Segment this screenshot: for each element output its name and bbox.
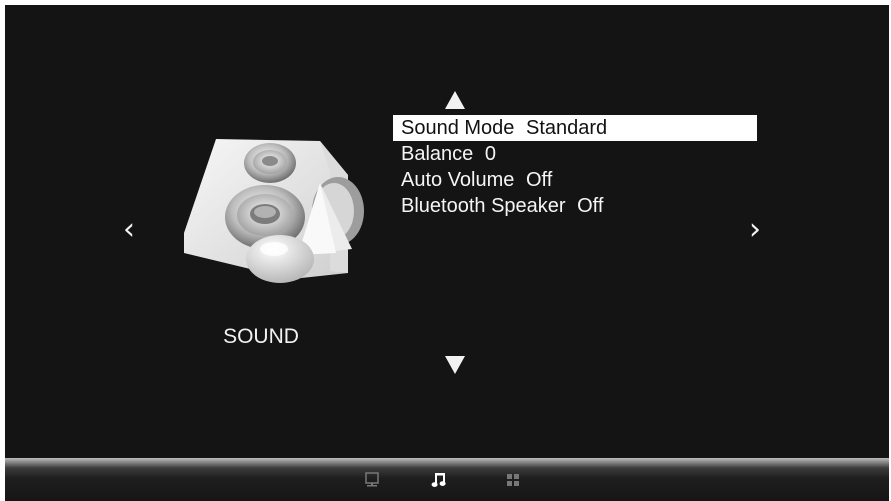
menu-item-balance[interactable]: Balance 0 bbox=[393, 141, 757, 167]
chevron-right-icon[interactable]: › bbox=[749, 215, 761, 245]
triangle-down-icon[interactable] bbox=[445, 356, 465, 374]
menu-item-label: Bluetooth Speaker bbox=[401, 195, 566, 217]
speaker-icon bbox=[184, 139, 364, 283]
picture-icon[interactable] bbox=[364, 472, 380, 488]
settings-menu: Sound Mode Standard Balance 0 Auto Volum… bbox=[393, 115, 757, 219]
menu-item-label: Auto Volume bbox=[401, 169, 515, 191]
menu-item-bluetooth-speaker[interactable]: Bluetooth Speaker Off bbox=[393, 193, 757, 219]
triangle-up-icon[interactable] bbox=[445, 91, 465, 109]
menu-item-value: 0 bbox=[484, 143, 496, 165]
apps-grid-icon[interactable] bbox=[505, 472, 521, 488]
menu-item-value: Standard bbox=[525, 117, 608, 139]
menu-item-label: Balance bbox=[401, 143, 474, 165]
bottom-category-bar bbox=[5, 458, 889, 501]
menu-item-sound-mode[interactable]: Sound Mode Standard bbox=[393, 115, 757, 141]
menu-item-auto-volume[interactable]: Auto Volume Off bbox=[393, 167, 757, 193]
music-note-icon[interactable] bbox=[431, 472, 447, 488]
menu-item-value: Off bbox=[525, 169, 553, 191]
chevron-left-icon[interactable]: ‹ bbox=[123, 215, 135, 245]
category-label: SOUND bbox=[223, 325, 299, 348]
tv-settings-screen: ‹ › SOUND Sound Mode Standard Balance 0 … bbox=[5, 5, 889, 501]
menu-item-value: Off bbox=[577, 195, 604, 217]
menu-item-label: Sound Mode bbox=[401, 117, 515, 139]
